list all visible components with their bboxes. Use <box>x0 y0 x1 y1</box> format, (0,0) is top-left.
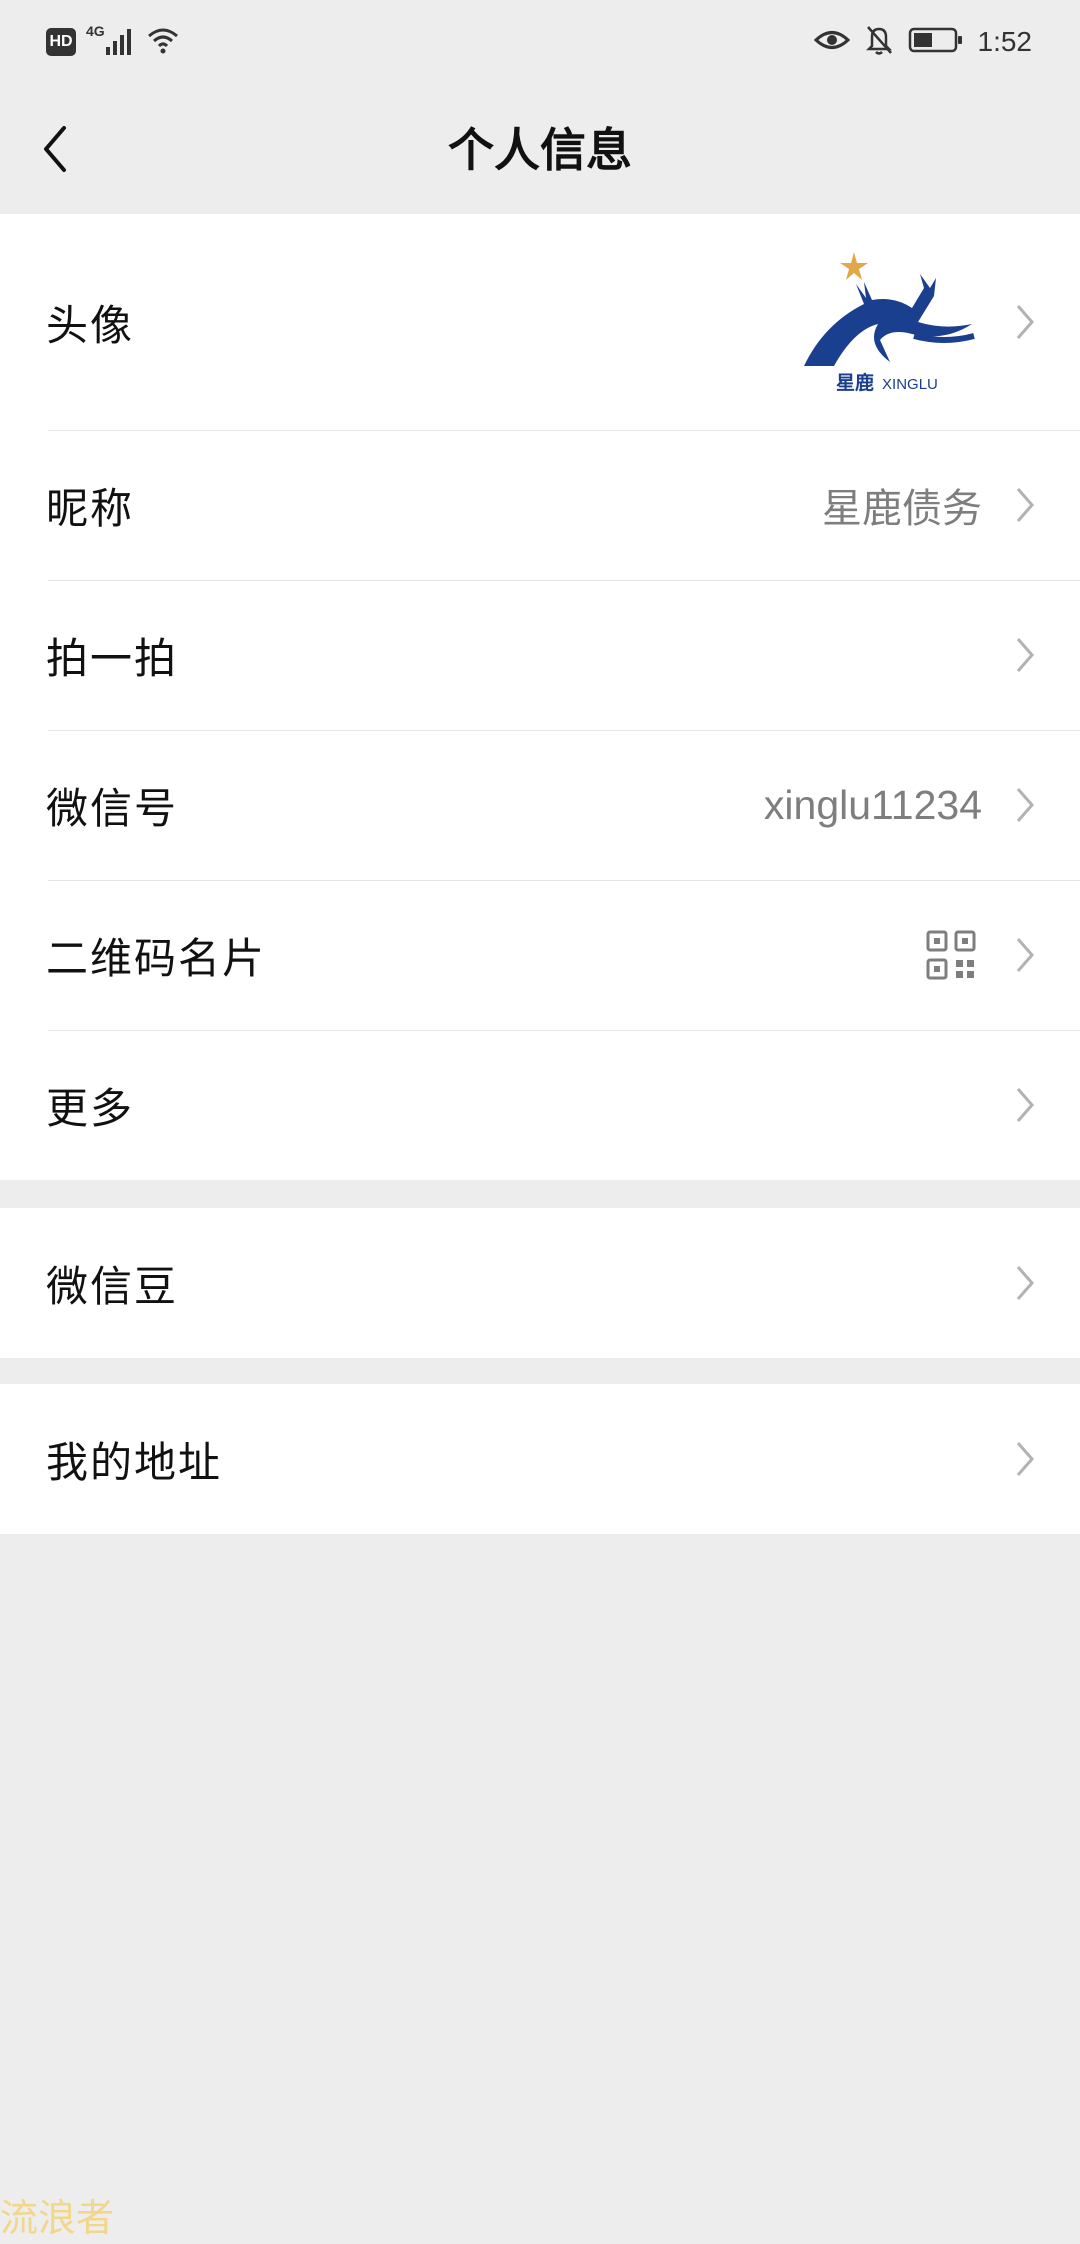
row-label: 拍一拍 <box>46 633 179 683</box>
row-label: 我的地址 <box>46 1437 223 1487</box>
row-more[interactable]: 更多 <box>0 1030 1080 1180</box>
chevron-right-icon <box>1016 488 1034 522</box>
hd-badge: HD <box>46 28 76 56</box>
row-nickname[interactable]: 昵称 星鹿债务 <box>0 430 1080 580</box>
row-qr-code[interactable]: 二维码名片 <box>0 880 1080 1030</box>
wechat-id-value: xinglu11234 <box>763 781 982 828</box>
row-my-address[interactable]: 我的地址 <box>0 1384 1080 1534</box>
status-bar: HD 4G 1:52 <box>0 0 1080 86</box>
chevron-right-icon <box>1016 1088 1034 1122</box>
nav-bar: 个人信息 <box>0 86 1080 214</box>
logo-text-cn: 星鹿 <box>836 373 875 394</box>
status-bar-right: 1:52 <box>813 22 1033 62</box>
watermark: 流浪者 <box>0 2196 115 2240</box>
chevron-right-icon <box>1016 638 1034 672</box>
avatar: 星鹿 XINGLU <box>794 244 984 404</box>
address-group: 我的地址 <box>0 1384 1080 1534</box>
profile-group: 头像 星鹿 XINGLU 昵称 星鹿债务 拍一拍 微信号 xinglu11234 <box>0 214 1080 1180</box>
qr-code-icon <box>926 930 976 980</box>
cellular-signal-icon: 4G <box>86 23 136 59</box>
logo-text-en: XINGLU <box>882 376 938 393</box>
nickname-value: 星鹿债务 <box>822 486 982 532</box>
chevron-right-icon <box>1016 1442 1034 1476</box>
row-label: 更多 <box>46 1083 135 1133</box>
avatar-caption: 星鹿 XINGLU <box>836 368 938 395</box>
row-label: 二维码名片 <box>46 933 267 983</box>
chevron-right-icon <box>1016 938 1034 972</box>
row-label: 微信豆 <box>46 1261 179 1311</box>
battery-icon <box>908 26 964 58</box>
notification-off-icon <box>864 24 894 60</box>
status-bar-left: HD 4G <box>46 22 180 62</box>
page-title: 个人信息 <box>448 123 632 177</box>
row-avatar[interactable]: 头像 星鹿 XINGLU <box>0 214 1080 430</box>
row-label: 昵称 <box>46 483 135 533</box>
eye-comfort-icon <box>813 27 850 57</box>
row-wechat-id[interactable]: 微信号 xinglu11234 <box>0 730 1080 880</box>
row-pat[interactable]: 拍一拍 <box>0 580 1080 730</box>
xinglu-deer-logo-icon <box>804 252 975 366</box>
beans-group: 微信豆 <box>0 1208 1080 1358</box>
chevron-right-icon <box>1016 305 1034 339</box>
row-label: 头像 <box>46 300 135 350</box>
wifi-icon <box>146 25 180 59</box>
row-wechat-beans[interactable]: 微信豆 <box>0 1208 1080 1358</box>
chevron-right-icon <box>1016 1266 1034 1300</box>
row-label: 微信号 <box>46 783 179 833</box>
chevron-right-icon <box>1016 788 1034 822</box>
clock: 1:52 <box>977 26 1033 57</box>
